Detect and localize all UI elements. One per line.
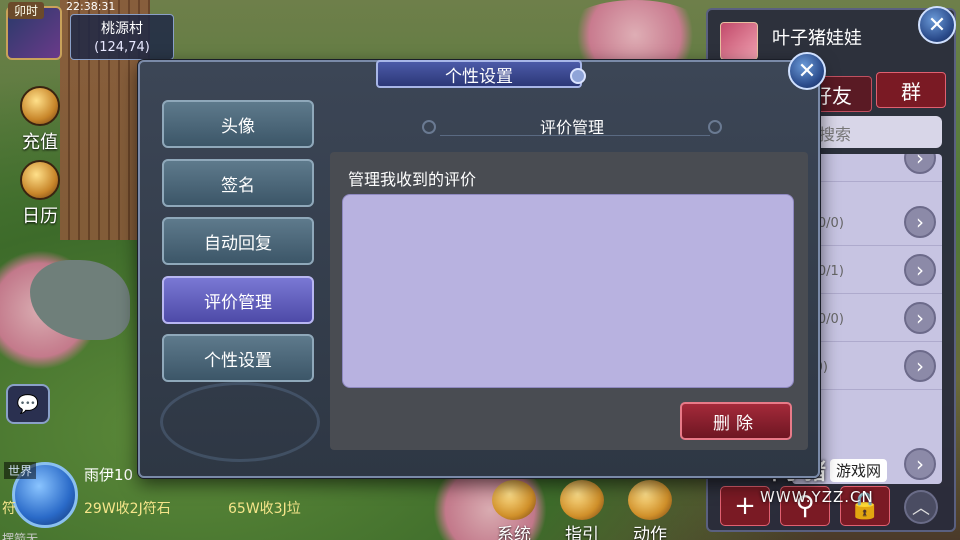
guide-button[interactable]: 指引	[552, 480, 612, 540]
system-label: 系统	[497, 525, 531, 540]
content-label: 管理我收到的评价	[348, 170, 477, 189]
watermark-tag: 游戏网	[830, 459, 888, 482]
dialog-titlebar: 个性设置	[140, 60, 818, 90]
system-button[interactable]: 系统	[484, 480, 544, 540]
location-coords: (124,74)	[94, 40, 150, 55]
section-ornament-icon	[422, 120, 436, 134]
chat-line: 摆箭无	[2, 532, 39, 540]
chat-line: 符	[2, 501, 16, 517]
title-ornament-icon	[570, 68, 586, 84]
friends-header: 叶子猪娃娃	[716, 16, 948, 60]
delete-button[interactable]: 删除	[680, 402, 792, 440]
chat-button[interactable]: 💬	[6, 384, 50, 424]
chat-channel-tag: 世界	[4, 462, 37, 479]
nav-personal-settings[interactable]: 个性设置	[162, 334, 314, 382]
review-list-box[interactable]	[342, 194, 794, 388]
system-icon	[492, 480, 536, 520]
clock: 22:38:31	[66, 0, 116, 13]
personal-settings-dialog: 个性设置 头像 签名 自动回复 评价管理 个性设置 评价管理 管理我收到的评价 …	[138, 60, 820, 478]
guide-label: 指引	[565, 525, 599, 540]
game-time-tag: 卯时	[8, 2, 45, 19]
chat-line: 雨伊10	[84, 466, 134, 484]
player-status: 卯时 22:38:31 桃源村 (124,74)	[0, 0, 180, 62]
action-icon	[628, 480, 672, 520]
nav-signature[interactable]: 签名	[162, 159, 314, 207]
add-icon: +	[734, 491, 756, 521]
chevron-right-icon[interactable]: ›	[904, 154, 936, 174]
section-title: 评价管理	[422, 114, 722, 140]
chevron-right-icon[interactable]: ›	[904, 350, 936, 382]
section-ornament-icon	[708, 120, 722, 134]
action-label: 动作	[633, 525, 667, 540]
guide-icon	[560, 480, 604, 520]
section-divider	[440, 135, 710, 136]
calendar-label: 日历	[22, 206, 58, 227]
player-name: 叶子猪娃娃	[772, 28, 862, 49]
calendar-icon	[20, 160, 60, 200]
chat-line: 29W收2J符石	[84, 501, 171, 517]
calendar-button[interactable]: 日历	[12, 160, 68, 228]
chat-line: 65W收3J垃	[228, 501, 301, 517]
recharge-icon	[20, 86, 60, 126]
chevron-right-icon[interactable]: ›	[904, 302, 936, 334]
close-icon: ✕	[797, 58, 817, 84]
location-name: 桃源村	[101, 21, 143, 37]
close-dialog-button[interactable]: ✕	[788, 52, 826, 90]
location-box[interactable]: 桃源村 (124,74)	[70, 14, 174, 60]
nav-auto-reply[interactable]: 自动回复	[162, 217, 314, 265]
recharge-button[interactable]: 充值	[12, 86, 68, 154]
recharge-label: 充值	[22, 132, 58, 153]
chevron-right-icon[interactable]: ›	[904, 254, 936, 286]
chevron-right-icon[interactable]: ›	[904, 206, 936, 238]
dialog-title: 个性设置	[376, 60, 582, 88]
chat-bubble-icon: 💬	[16, 393, 40, 415]
action-button[interactable]: 动作	[620, 480, 680, 540]
friend-avatar[interactable]	[720, 22, 758, 60]
tab-group[interactable]: 群	[876, 72, 946, 108]
cloud-swirl-decoration	[160, 382, 320, 462]
nav-avatar[interactable]: 头像	[162, 100, 314, 148]
close-friends-panel-button[interactable]: ✕	[918, 6, 956, 44]
watermark-url: WWW.YZZ.CN	[760, 488, 874, 506]
close-icon: ✕	[927, 12, 947, 38]
nav-review-management[interactable]: 评价管理	[162, 276, 314, 324]
